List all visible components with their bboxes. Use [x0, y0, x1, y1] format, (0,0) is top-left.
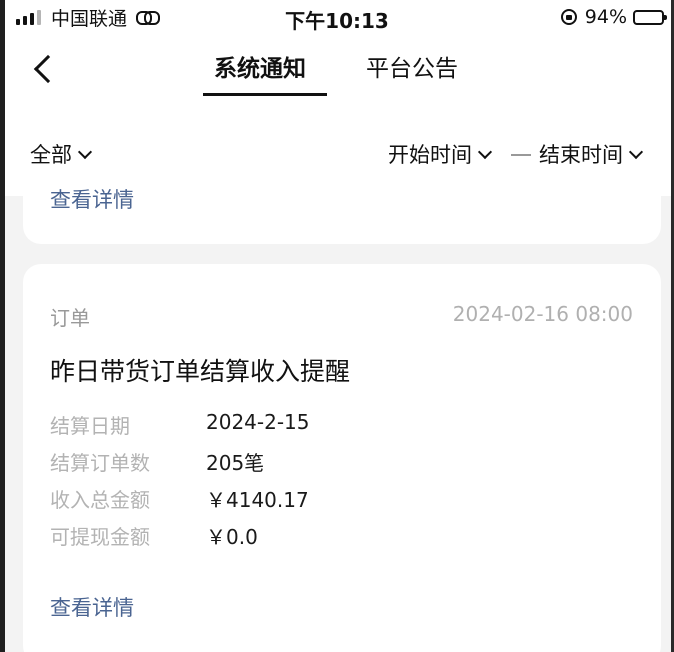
active-tab-indicator — [203, 93, 327, 96]
info-label: 收入总金额 — [50, 488, 150, 512]
category-filter-label: 全部 — [30, 143, 72, 167]
orientation-lock-icon — [560, 9, 577, 25]
info-value: 2024-2-15 — [206, 410, 310, 434]
info-row: 结算日期 2024-2-15 — [50, 410, 610, 440]
battery-icon — [633, 9, 667, 25]
chevron-left-icon[interactable] — [30, 52, 60, 86]
notice-card[interactable]: 订单 2024-02-16 08:00 昨日带货订单结算收入提醒 结算日期 20… — [23, 264, 661, 652]
info-value: ￥4140.17 — [206, 488, 309, 512]
category-filter[interactable]: 全部 — [30, 139, 95, 169]
header-area: 中国联通 下午10:13 94% 系统通知 平台公告 全部 开始时间 结束时间 — [0, 0, 674, 196]
info-value: 205笔 — [206, 451, 265, 475]
info-value: ￥0.0 — [206, 525, 258, 549]
info-row: 可提现金额 ￥0.0 — [50, 521, 610, 551]
start-time-filter[interactable]: 开始时间 — [388, 139, 495, 169]
info-label: 可提现金额 — [50, 525, 150, 549]
chevron-down-icon — [77, 144, 93, 159]
chevron-down-icon — [628, 144, 644, 159]
status-bar: 中国联通 下午10:13 94% — [0, 0, 674, 34]
info-row: 收入总金额 ￥4140.17 — [50, 484, 610, 514]
notice-category: 订单 — [50, 306, 90, 330]
info-row: 结算订单数 205笔 — [50, 447, 610, 477]
tab-platform-announcement[interactable]: 平台公告 — [366, 52, 458, 86]
chevron-down-icon — [477, 144, 493, 159]
previous-view-details-link[interactable]: 查看详情 — [50, 184, 134, 214]
info-label: 结算订单数 — [50, 451, 150, 475]
screen-edge-left — [0, 0, 5, 652]
view-details-link[interactable]: 查看详情 — [50, 592, 134, 622]
end-time-filter[interactable]: 结束时间 — [539, 139, 646, 169]
status-right: 94% — [560, 5, 667, 29]
start-time-label: 开始时间 — [388, 143, 472, 167]
battery-percent: 94% — [584, 6, 627, 28]
notice-date: 2024-02-16 08:00 — [452, 302, 633, 326]
info-label: 结算日期 — [50, 414, 130, 438]
end-time-label: 结束时间 — [539, 143, 623, 167]
tab-system-notice[interactable]: 系统通知 — [214, 52, 306, 86]
notice-title: 昨日带货订单结算收入提醒 — [50, 357, 351, 386]
range-separator — [511, 154, 531, 156]
previous-notice-card: 查看详情 — [23, 176, 661, 244]
